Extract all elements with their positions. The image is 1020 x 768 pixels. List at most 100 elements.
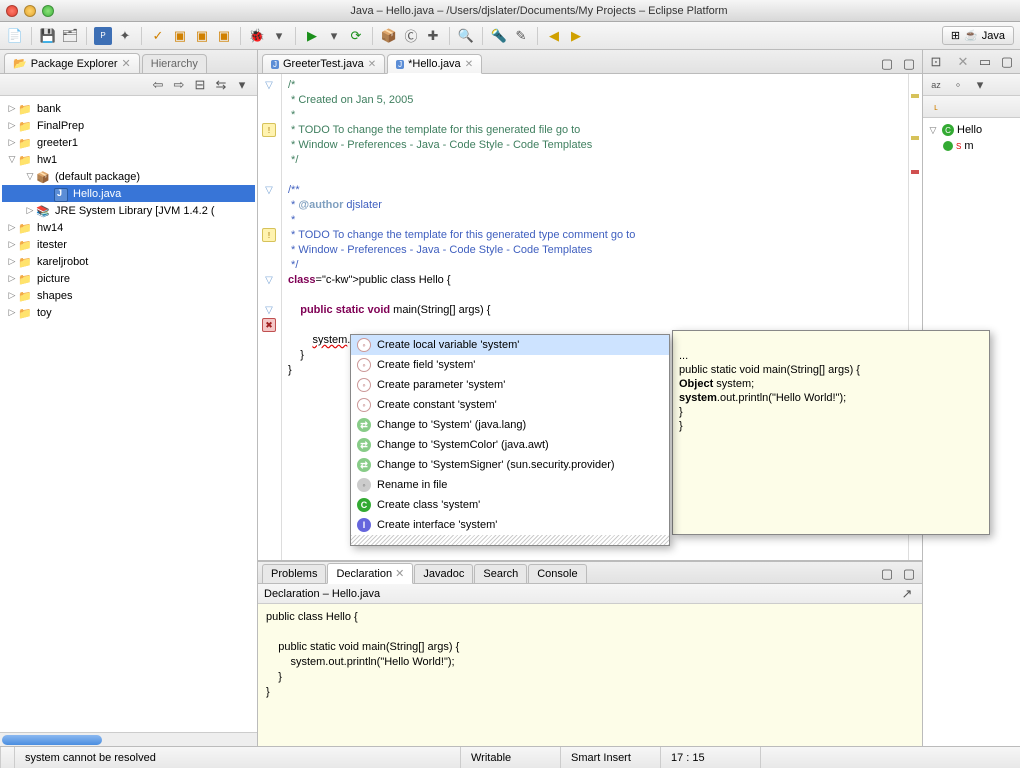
tools-icon[interactable]: ✦	[116, 27, 134, 45]
build-icon-1[interactable]: ▣	[171, 27, 189, 45]
bottom-tab-problems[interactable]: Problems	[262, 564, 326, 583]
new-other-icon[interactable]: ✚	[424, 27, 442, 45]
disclosure-triangle-icon[interactable]: ▷	[6, 290, 18, 301]
quickfix-item[interactable]: ◦Create field 'system'	[351, 355, 669, 375]
disclosure-triangle-icon[interactable]: ▽	[6, 154, 18, 165]
tab-package-explorer[interactable]: 📂 Package Explorer ✕	[4, 53, 140, 73]
fold-icon[interactable]: ▽	[262, 78, 276, 92]
horizontal-scrollbar[interactable]	[0, 732, 257, 746]
perspective-switcher[interactable]: ⊞ ☕ Java	[942, 26, 1014, 45]
maximize-icon[interactable]: ▢	[900, 565, 918, 583]
fold-icon[interactable]: ▽	[262, 303, 276, 317]
run-dropdown-icon[interactable]: ▾	[325, 27, 343, 45]
outline-method[interactable]: S m	[927, 138, 1016, 154]
filter-local-icon[interactable]: ʟ	[927, 98, 945, 116]
run-icon[interactable]: ▶	[303, 27, 321, 45]
check-icon[interactable]: ✓	[149, 27, 167, 45]
bottom-tab-search[interactable]: Search	[474, 564, 527, 583]
outline-icon[interactable]: ⊡	[927, 53, 945, 71]
save-icon[interactable]: 💾	[39, 27, 57, 45]
disclosure-triangle-icon[interactable]: ▷	[6, 256, 18, 267]
window-close-button[interactable]	[6, 5, 18, 17]
close-icon[interactable]: ✕	[122, 57, 131, 70]
build-icon-2[interactable]: ▣	[193, 27, 211, 45]
tree-item[interactable]: ▷kareljrobot	[2, 253, 255, 270]
minimize-icon[interactable]: ▢	[900, 55, 918, 73]
close-icon[interactable]: ✕	[392, 568, 404, 580]
error-icon[interactable]: ✖	[262, 318, 276, 332]
tree-item[interactable]: ▷FinalPrep	[2, 117, 255, 134]
quickfix-item[interactable]: ICreate interface 'system'	[351, 515, 669, 535]
back-icon[interactable]: ⇦	[149, 76, 167, 94]
declaration-body[interactable]: public class Hello { public static void …	[258, 604, 922, 746]
hide-static-icon[interactable]: ▾	[971, 76, 989, 94]
bottom-tab-console[interactable]: Console	[528, 564, 586, 583]
fold-icon[interactable]: ▽	[262, 183, 276, 197]
quickfix-item[interactable]: CCreate class 'system'	[351, 495, 669, 515]
tree-item[interactable]: ▽hw1	[2, 151, 255, 168]
quickfix-popup[interactable]: ◦Create local variable 'system'◦Create f…	[350, 334, 670, 546]
bottom-tab-javadoc[interactable]: Javadoc	[414, 564, 473, 583]
nav-fwd-icon[interactable]: ▶	[567, 27, 585, 45]
disclosure-triangle-icon[interactable]: ▷	[6, 103, 18, 114]
collapse-icon[interactable]: ⊟	[191, 76, 209, 94]
minimize-icon[interactable]: ▭	[976, 53, 994, 71]
tree-item[interactable]: ▷greeter1	[2, 134, 255, 151]
window-minimize-button[interactable]	[24, 5, 36, 17]
quickfix-item[interactable]: ⇄Change to 'SystemSigner' (sun.security.…	[351, 455, 669, 475]
package-explorer-tree[interactable]: ▷bank▷FinalPrep▷greeter1▽hw1▽(default pa…	[0, 96, 257, 732]
new-package-icon[interactable]: 📦	[380, 27, 398, 45]
quickfix-item[interactable]: ◦Create local variable 'system'	[351, 335, 669, 355]
maximize-icon[interactable]: ▢	[878, 55, 896, 73]
quickfix-item[interactable]: ◦Rename in file	[351, 475, 669, 495]
open-type-icon[interactable]: 🔍	[457, 27, 475, 45]
new-class-icon[interactable]: Ⓒ	[402, 27, 420, 45]
close-icon[interactable]: ✕	[465, 59, 473, 70]
minimize-icon[interactable]: ▢	[878, 565, 896, 583]
window-maximize-button[interactable]	[42, 5, 54, 17]
hide-fields-icon[interactable]: ◦	[949, 76, 967, 94]
warning-icon[interactable]: !	[262, 228, 276, 242]
menu-icon[interactable]: ▾	[233, 76, 251, 94]
pmd-icon[interactable]: P	[94, 27, 112, 45]
open-declaration-icon[interactable]: ↗	[898, 585, 916, 603]
quickfix-item[interactable]: ◦Create parameter 'system'	[351, 375, 669, 395]
link-editor-icon[interactable]: ⇆	[212, 76, 230, 94]
disclosure-triangle-icon[interactable]: ▷	[6, 273, 18, 284]
close-icon[interactable]: ✕	[954, 53, 972, 71]
disclosure-triangle-icon[interactable]: ▷	[24, 205, 36, 216]
save-all-icon[interactable]: 🗂	[61, 27, 79, 45]
tree-item[interactable]: ▷hw14	[2, 219, 255, 236]
tree-item[interactable]: ▷shapes	[2, 287, 255, 304]
quickfix-item[interactable]: ⇄Change to 'SystemColor' (java.awt)	[351, 435, 669, 455]
editor-tab[interactable]: J*Hello.java✕	[387, 54, 482, 74]
build-icon-3[interactable]: ▣	[215, 27, 233, 45]
quickfix-item[interactable]: ⇄Change to 'System' (java.lang)	[351, 415, 669, 435]
run-last-icon[interactable]: ⟳	[347, 27, 365, 45]
tree-item[interactable]: Hello.java	[2, 185, 255, 202]
annotation-icon[interactable]: ✎	[512, 27, 530, 45]
tree-item[interactable]: ▷JRE System Library [JVM 1.4.2 (	[2, 202, 255, 219]
quickfix-item[interactable]: ◦Create constant 'system'	[351, 395, 669, 415]
tree-item[interactable]: ▽(default package)	[2, 168, 255, 185]
fwd-icon[interactable]: ⇨	[170, 76, 188, 94]
tree-item[interactable]: ▷toy	[2, 304, 255, 321]
sort-icon[interactable]: aᴢ	[927, 76, 945, 94]
maximize-icon[interactable]: ▢	[998, 53, 1016, 71]
editor-gutter[interactable]: ▽!▽!▽▽✖	[258, 74, 282, 560]
disclosure-triangle-icon[interactable]: ▷	[6, 137, 18, 148]
disclosure-triangle-icon[interactable]: ▷	[6, 120, 18, 131]
bottom-tab-declaration[interactable]: Declaration ✕	[327, 563, 413, 584]
new-icon[interactable]: 📄	[6, 27, 24, 45]
tree-item[interactable]: ▷picture	[2, 270, 255, 287]
warning-icon[interactable]: !	[262, 123, 276, 137]
disclosure-triangle-icon[interactable]: ▽	[24, 171, 36, 182]
resize-handle[interactable]	[351, 535, 669, 545]
disclosure-triangle-icon[interactable]: ▷	[6, 239, 18, 250]
disclosure-triangle-icon[interactable]: ▷	[6, 222, 18, 233]
tab-hierarchy[interactable]: Hierarchy	[142, 54, 207, 73]
tree-item[interactable]: ▷itester	[2, 236, 255, 253]
debug-icon[interactable]: 🐞	[248, 27, 266, 45]
debug-dropdown-icon[interactable]: ▾	[270, 27, 288, 45]
search-icon[interactable]: 🔦	[490, 27, 508, 45]
